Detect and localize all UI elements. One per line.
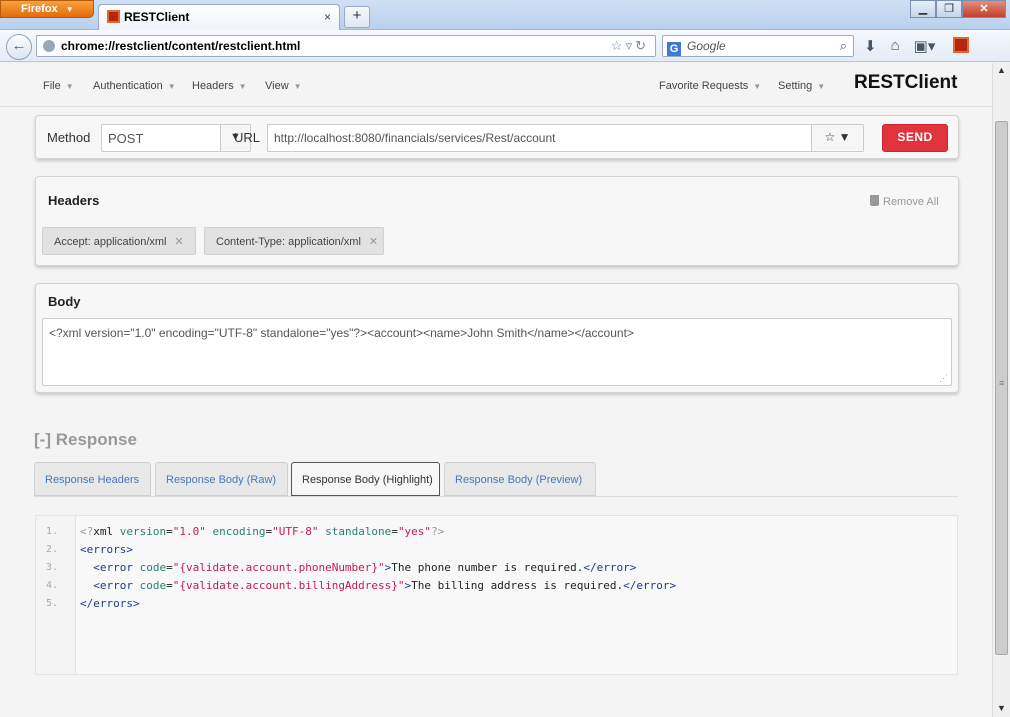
remove-header-icon[interactable]: ✕: [369, 236, 378, 248]
menu-setting[interactable]: Setting ▼: [778, 80, 825, 92]
chevron-down-icon: ▼: [65, 82, 74, 91]
page-scrollbar[interactable]: ▲ ≡ ▼: [992, 63, 1010, 717]
grip-icon: ≡: [999, 378, 1005, 388]
header-chip-accept: Accept: application/xml ✕: [42, 227, 196, 255]
resize-handle-icon[interactable]: ⋰: [939, 373, 948, 384]
line-number: 5.: [46, 598, 59, 609]
close-window-icon[interactable]: ✕: [962, 0, 1006, 18]
chevron-down-icon: ▼: [238, 82, 247, 91]
body-textarea[interactable]: <?xml version="1.0" encoding="UTF-8" sta…: [42, 318, 952, 386]
header-chip-content-type: Content-Type: application/xml ✕: [204, 227, 384, 255]
response-code-view: 1. 2. 3. 4. 5. <?xml version="1.0" encod…: [35, 515, 958, 675]
minimize-icon[interactable]: ▁: [910, 0, 936, 18]
favorite-star-dropdown-icon[interactable]: ☆ ▼: [811, 125, 863, 151]
app-menubar: File ▼ Authentication ▼ Headers ▼ View ▼ Fav…: [0, 63, 992, 107]
new-tab-button[interactable]: +: [344, 6, 370, 28]
line-number: 3.: [46, 562, 59, 573]
code-line: <errors>: [80, 543, 133, 556]
restclient-favicon-icon: [107, 10, 120, 23]
menu-headers[interactable]: Headers ▼: [192, 80, 247, 92]
headers-card: Headers Remove All Accept: application/x…: [35, 176, 959, 266]
close-tab-icon[interactable]: ×: [324, 10, 331, 24]
navigation-bar: ← chrome://restclient/content/restclient…: [0, 30, 1010, 62]
search-bar[interactable]: G Google ⌕: [662, 35, 854, 57]
code-line: <?xml version="1.0" encoding="UTF-8" sta…: [80, 525, 445, 538]
app-brand: RESTClient: [854, 72, 958, 93]
code-line: <error code="{validate.account.billingAd…: [93, 579, 677, 592]
tab-response-body-raw[interactable]: Response Body (Raw): [155, 462, 288, 496]
body-content: <?xml version="1.0" encoding="UTF-8" sta…: [49, 326, 634, 340]
url-input[interactable]: http://localhost:8080/financials/service…: [267, 124, 864, 152]
google-engine-icon[interactable]: G: [667, 42, 681, 56]
body-card: Body <?xml version="1.0" encoding="UTF-8…: [35, 283, 959, 393]
chevron-down-icon: ▼: [65, 5, 74, 14]
method-value: POST: [108, 131, 144, 146]
chevron-down-icon: ▼: [817, 82, 826, 91]
browser-tab[interactable]: RESTClient ×: [98, 4, 340, 31]
chevron-down-icon: ▼: [293, 82, 302, 91]
home-icon[interactable]: ⌂: [891, 37, 900, 55]
scroll-up-icon[interactable]: ▲: [997, 65, 1006, 75]
headers-title: Headers: [48, 193, 100, 208]
tab-title: RESTClient: [124, 10, 190, 24]
trash-icon: [870, 195, 879, 206]
scrollbar-thumb[interactable]: ≡: [995, 121, 1008, 655]
menu-authentication[interactable]: Authentication ▼: [93, 80, 176, 92]
url-value: http://localhost:8080/financials/service…: [274, 131, 556, 145]
scroll-down-icon[interactable]: ▼: [997, 703, 1006, 713]
firefox-menu-button[interactable]: Firefox ▼: [0, 0, 94, 18]
tab-response-headers[interactable]: Response Headers: [34, 462, 151, 496]
toolbar-icons: ⬇ ⌂ ▣▾: [864, 37, 970, 55]
address-bar[interactable]: chrome://restclient/content/restclient.h…: [36, 35, 656, 57]
remove-all-button[interactable]: Remove All: [870, 195, 939, 208]
request-card: Method POST ▼ URL http://localhost:8080/…: [35, 115, 959, 159]
remove-header-icon[interactable]: ✕: [175, 236, 184, 248]
code-line: <error code="{validate.account.phoneNumb…: [93, 561, 637, 574]
search-placeholder: Google: [687, 39, 726, 53]
restclient-extension-icon[interactable]: [953, 37, 970, 53]
method-label: Method: [47, 130, 91, 145]
menu-favorite-requests[interactable]: Favorite Requests ▼: [659, 80, 761, 92]
line-number: 4.: [46, 580, 59, 591]
menu-view[interactable]: View ▼: [265, 80, 302, 92]
tab-divider: [34, 496, 958, 497]
line-number: 2.: [46, 544, 59, 555]
body-title: Body: [48, 294, 81, 309]
url-label: URL: [234, 130, 261, 145]
window-controls: ▁ ❐ ✕: [910, 0, 1006, 18]
line-number: 1.: [46, 526, 59, 537]
bookmarks-menu-icon[interactable]: ▣▾: [914, 37, 936, 55]
search-icon[interactable]: ⌕: [840, 38, 847, 54]
bookmark-star-reload-icons[interactable]: ☆▿↻: [611, 38, 649, 54]
chevron-down-icon: ▼: [753, 82, 762, 91]
globe-icon: [43, 40, 55, 52]
method-select[interactable]: POST ▼: [101, 124, 251, 152]
maximize-icon[interactable]: ❐: [936, 0, 962, 18]
restclient-app: File ▼ Authentication ▼ Headers ▼ View ▼ Fav…: [0, 63, 992, 717]
title-bar: Firefox ▼ RESTClient × + ▁ ❐ ✕: [0, 0, 1010, 31]
back-arrow-icon[interactable]: ←: [6, 34, 32, 60]
code-line: </errors>: [80, 597, 140, 610]
download-icon[interactable]: ⬇: [864, 37, 877, 55]
tab-response-body-highlight[interactable]: Response Body (Highlight): [291, 462, 440, 496]
menu-file[interactable]: File ▼: [43, 80, 74, 92]
address-text: chrome://restclient/content/restclient.h…: [61, 39, 301, 53]
line-number-gutter: [36, 516, 76, 674]
send-button[interactable]: SEND: [882, 124, 948, 152]
tab-response-body-preview[interactable]: Response Body (Preview): [444, 462, 596, 496]
response-toggle[interactable]: [-] Response: [34, 430, 137, 450]
chevron-down-icon: ▼: [167, 82, 176, 91]
